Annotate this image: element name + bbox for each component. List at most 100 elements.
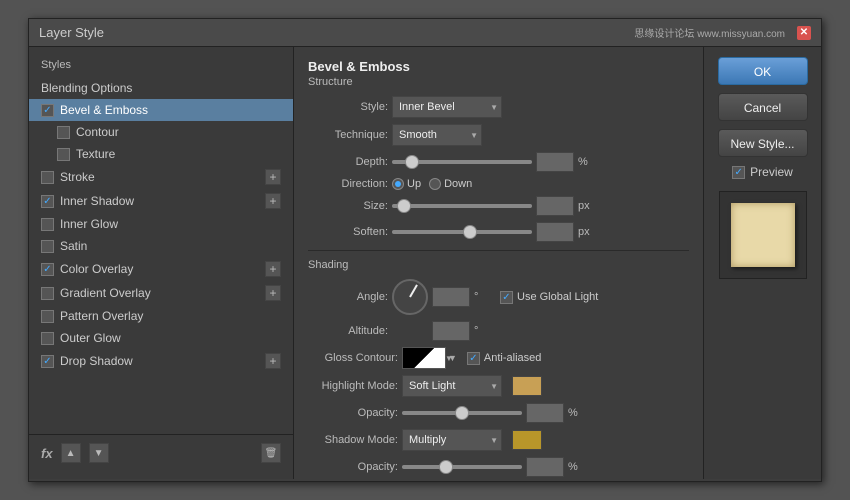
texture-checkbox[interactable]: [57, 148, 70, 161]
angle-row: Angle: 120 ° Use Global Light: [308, 279, 689, 315]
close-button[interactable]: ✕: [797, 26, 811, 40]
highlight-color-swatch[interactable]: [512, 376, 542, 396]
color-overlay-plus-button[interactable]: +: [265, 261, 281, 277]
shadow-opacity-slider[interactable]: [402, 465, 522, 469]
stroke-plus-button[interactable]: +: [265, 169, 281, 185]
add-layer-style-button[interactable]: ▲: [61, 443, 81, 463]
altitude-unit: °: [474, 325, 490, 337]
preview-container[interactable]: Preview: [732, 165, 793, 179]
sidebar-item-inner-glow[interactable]: Inner Glow: [29, 213, 293, 235]
direction-down-radio[interactable]: Down: [429, 178, 472, 190]
direction-up-radio[interactable]: Up: [392, 178, 421, 190]
up-radio-label: Up: [407, 178, 421, 190]
highlight-opacity-slider[interactable]: [402, 411, 522, 415]
sidebar-item-stroke[interactable]: Stroke +: [29, 165, 293, 189]
color-overlay-label: Color Overlay: [60, 262, 133, 276]
sidebar-item-color-overlay[interactable]: Color Overlay +: [29, 257, 293, 281]
dialog-body: Styles Blending Options Bevel & Emboss C…: [29, 47, 821, 479]
satin-checkbox[interactable]: [41, 240, 54, 253]
anti-aliased-checkbox[interactable]: [467, 352, 480, 365]
new-style-button[interactable]: New Style...: [718, 129, 808, 157]
fx-label: fx: [41, 446, 53, 461]
anti-aliased-label: Anti-aliased: [484, 352, 541, 364]
gloss-contour-select-wrapper[interactable]: ▼: [402, 347, 457, 369]
size-input[interactable]: 9: [536, 196, 574, 216]
drop-shadow-checkbox[interactable]: [41, 355, 54, 368]
satin-label: Satin: [60, 239, 87, 253]
ok-button[interactable]: OK: [718, 57, 808, 85]
highlight-opacity-input[interactable]: 50: [526, 403, 564, 423]
pattern-overlay-checkbox[interactable]: [41, 310, 54, 323]
direction-label: Direction:: [308, 178, 388, 190]
section-sub: Structure: [308, 76, 689, 88]
sidebar-item-drop-shadow[interactable]: Drop Shadow +: [29, 349, 293, 373]
style-row: Style: Inner Bevel Outer Bevel Emboss Pi…: [308, 96, 689, 118]
delete-button[interactable]: 🗑: [261, 443, 281, 463]
soften-label: Soften:: [308, 226, 388, 238]
size-row: Size: 9 px: [308, 196, 689, 216]
depth-slider[interactable]: [392, 160, 532, 164]
drop-shadow-label: Drop Shadow: [60, 354, 133, 368]
style-select[interactable]: Inner Bevel Outer Bevel Emboss Pillow Em…: [392, 96, 502, 118]
depth-label: Depth:: [308, 156, 388, 168]
sidebar-item-contour[interactable]: Contour: [29, 121, 293, 143]
middle-panel: Bevel & Emboss Structure Style: Inner Be…: [294, 47, 703, 479]
gradient-overlay-checkbox[interactable]: [41, 287, 54, 300]
global-light-container[interactable]: Use Global Light: [500, 291, 598, 304]
soften-slider[interactable]: [392, 230, 532, 234]
contour-label: Contour: [76, 125, 119, 139]
section-title: Bevel & Emboss: [308, 59, 689, 74]
size-label: Size:: [308, 200, 388, 212]
anti-aliased-container[interactable]: Anti-aliased: [467, 352, 541, 365]
altitude-row: Altitude: 30 °: [308, 321, 689, 341]
sidebar-item-gradient-overlay[interactable]: Gradient Overlay +: [29, 281, 293, 305]
depth-input[interactable]: 100: [536, 152, 574, 172]
angle-input[interactable]: 120: [432, 287, 470, 307]
down-radio-circle: [429, 178, 441, 190]
technique-select[interactable]: Smooth Chisel Hard Chisel Soft: [392, 124, 482, 146]
soften-input[interactable]: 9: [536, 222, 574, 242]
sidebar-item-blending[interactable]: Blending Options: [29, 77, 293, 99]
size-slider[interactable]: [392, 204, 532, 208]
styles-section-label: Styles: [29, 55, 293, 77]
blending-label: Blending Options: [41, 81, 132, 95]
gradient-overlay-plus-button[interactable]: +: [265, 285, 281, 301]
direction-row: Direction: Up Down: [308, 178, 689, 190]
altitude-input[interactable]: 30: [432, 321, 470, 341]
sidebar-item-texture[interactable]: Texture: [29, 143, 293, 165]
shadow-color-swatch[interactable]: [512, 430, 542, 450]
preview-checkbox[interactable]: [732, 166, 745, 179]
highlight-mode-select-wrapper: Soft Light Normal Multiply Screen: [402, 375, 502, 397]
outer-glow-checkbox[interactable]: [41, 332, 54, 345]
highlight-opacity-row: Opacity: 50 %: [308, 403, 689, 423]
gloss-contour-preview[interactable]: [402, 347, 446, 369]
sidebar-item-pattern-overlay[interactable]: Pattern Overlay: [29, 305, 293, 327]
color-overlay-checkbox[interactable]: [41, 263, 54, 276]
shadow-opacity-input[interactable]: 35: [526, 457, 564, 477]
move-down-button[interactable]: ▼: [89, 443, 109, 463]
angle-dial[interactable]: [392, 279, 428, 315]
sidebar-item-inner-shadow[interactable]: Inner Shadow +: [29, 189, 293, 213]
global-light-checkbox[interactable]: [500, 291, 513, 304]
sidebar-item-outer-glow[interactable]: Outer Glow: [29, 327, 293, 349]
sidebar-item-bevel[interactable]: Bevel & Emboss: [29, 99, 293, 121]
watermark: 思缘设计论坛 www.missyuan.com: [634, 25, 785, 40]
inner-shadow-plus-button[interactable]: +: [265, 193, 281, 209]
highlight-mode-label: Highlight Mode:: [308, 380, 398, 392]
highlight-opacity-label: Opacity:: [308, 407, 398, 419]
inner-shadow-checkbox[interactable]: [41, 195, 54, 208]
soften-unit: px: [578, 226, 594, 238]
inner-glow-checkbox[interactable]: [41, 218, 54, 231]
highlight-mode-select[interactable]: Soft Light Normal Multiply Screen: [402, 375, 502, 397]
shadow-mode-select[interactable]: Multiply Normal Screen: [402, 429, 502, 451]
stroke-checkbox[interactable]: [41, 171, 54, 184]
shadow-mode-select-wrapper: Multiply Normal Screen: [402, 429, 502, 451]
pattern-overlay-label: Pattern Overlay: [60, 309, 143, 323]
contour-checkbox[interactable]: [57, 126, 70, 139]
bevel-checkbox[interactable]: [41, 104, 54, 117]
cancel-button[interactable]: Cancel: [718, 93, 808, 121]
drop-shadow-plus-button[interactable]: +: [265, 353, 281, 369]
angle-unit: °: [474, 291, 490, 303]
sidebar-item-satin[interactable]: Satin: [29, 235, 293, 257]
title-bar: Layer Style 思缘设计论坛 www.missyuan.com ✕: [29, 19, 821, 47]
